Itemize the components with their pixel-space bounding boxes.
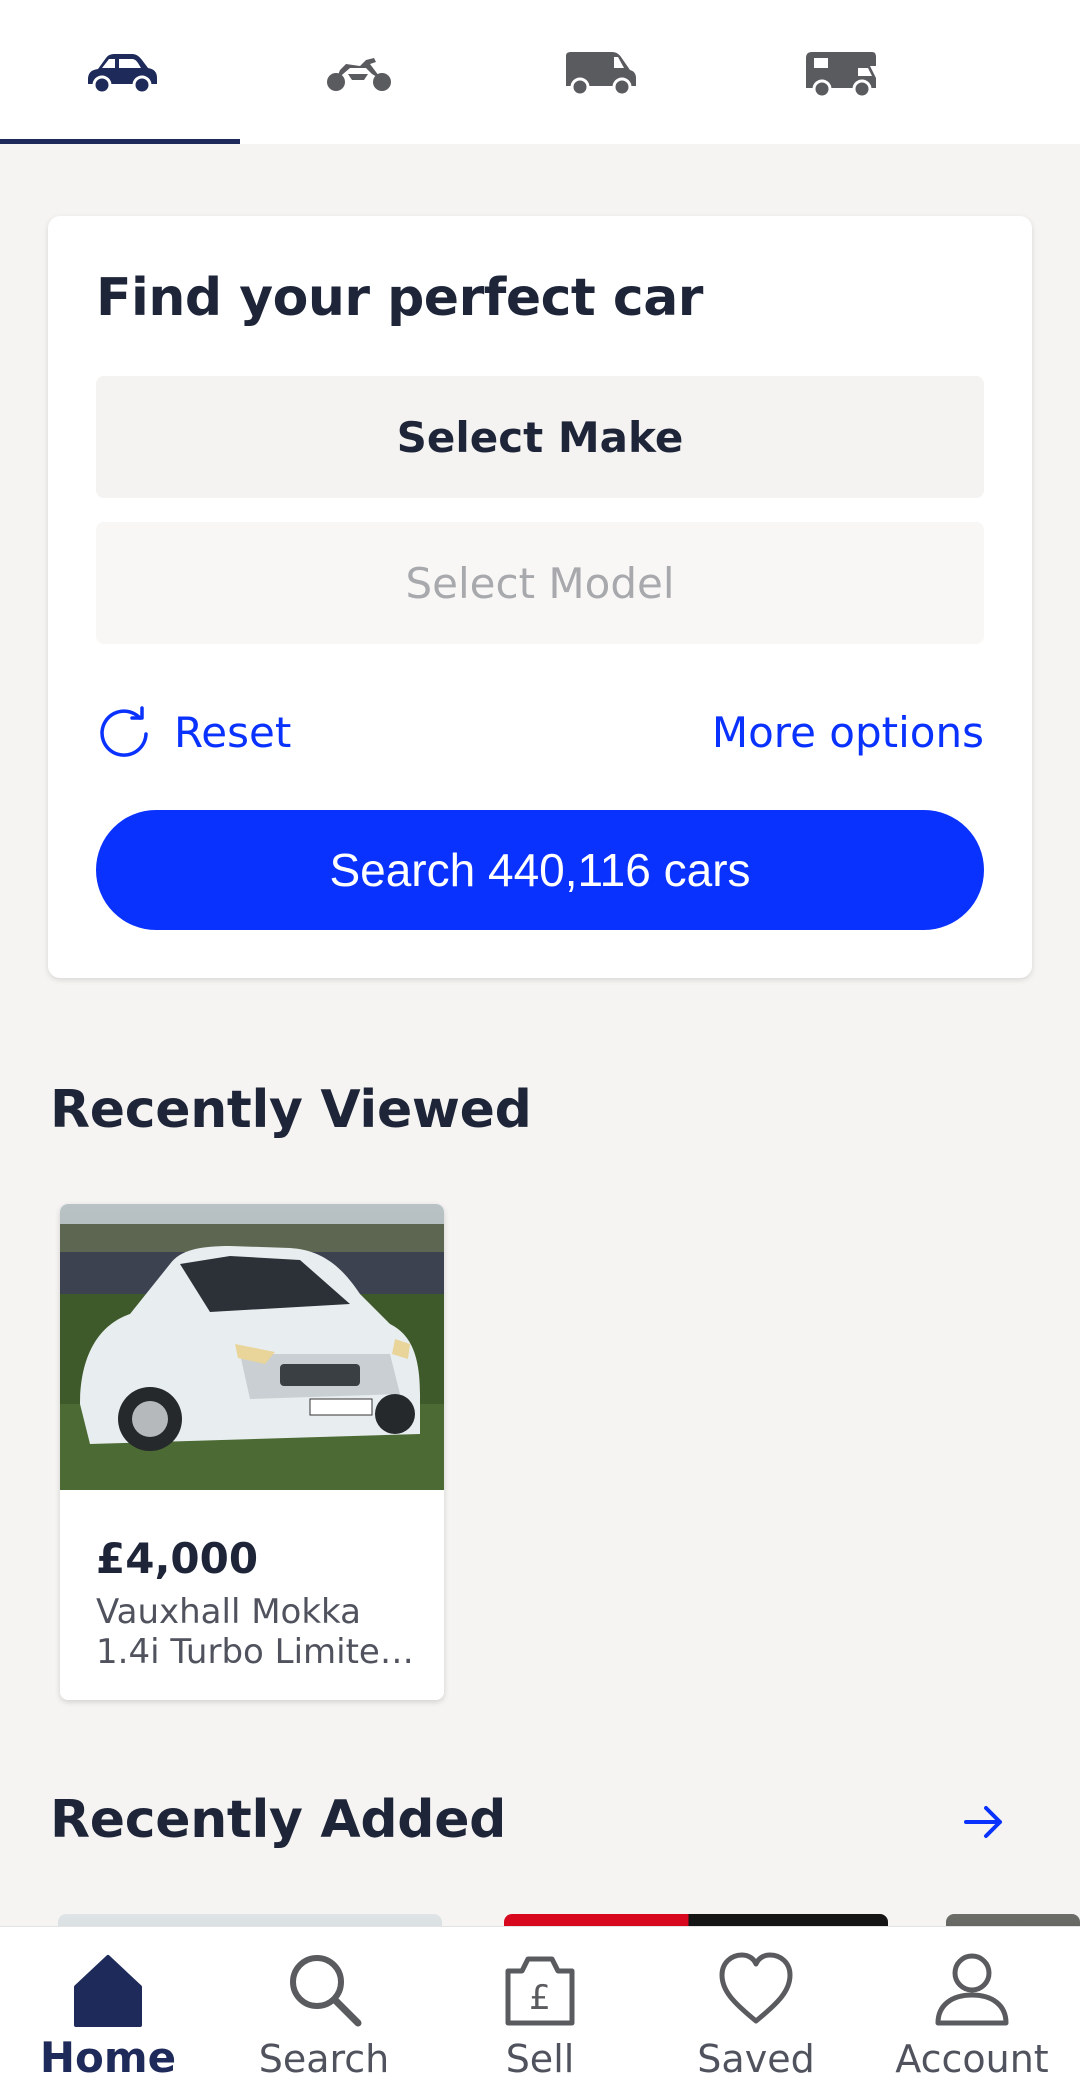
reset-icon — [100, 706, 148, 757]
reset-link[interactable]: Reset — [96, 700, 291, 764]
home-icon — [74, 1955, 142, 2027]
nav-home-label: Home — [39, 2033, 177, 2082]
nav-home[interactable]: Home — [0, 1927, 216, 2097]
nav-search[interactable]: Search — [216, 1927, 432, 2097]
tab-motorhomes[interactable] — [720, 0, 960, 144]
svg-text:£: £ — [529, 1978, 551, 2018]
more-options-link[interactable]: More options — [712, 700, 984, 764]
car-icon — [88, 54, 157, 95]
truck-icon — [1040, 44, 1080, 100]
car-price: £4,000 — [96, 1534, 259, 1583]
vehicle-type-tabs — [0, 0, 1080, 144]
nav-account-label: Account — [895, 2037, 1049, 2081]
nav-account[interactable]: Account — [864, 1927, 1080, 2097]
select-model-dropdown[interactable]: Select Model — [96, 522, 984, 644]
search-card: Find your perfect car Select Make Select… — [48, 216, 1032, 978]
tab-vans[interactable] — [480, 0, 720, 144]
heart-icon — [719, 1952, 793, 2024]
select-make-dropdown[interactable]: Select Make — [96, 376, 984, 498]
search-card-title: Find your perfect car — [96, 268, 703, 328]
nav-saved-label: Saved — [697, 2037, 815, 2081]
nav-saved[interactable]: Saved — [648, 1927, 864, 2097]
search-icon — [290, 1955, 362, 2027]
nav-search-label: Search — [258, 2037, 390, 2081]
nav-sell[interactable]: £ Sell — [432, 1927, 648, 2097]
arrow-right-icon[interactable] — [960, 1798, 1008, 1846]
tab-motorbikes[interactable] — [240, 0, 480, 144]
search-cars-button[interactable]: Search 440,116 cars — [96, 810, 984, 930]
motorhome-icon — [806, 52, 876, 99]
bottom-navigation: Home Search £ Sell Saved Account — [0, 1926, 1080, 2097]
reset-label: Reset — [174, 707, 292, 757]
car-photo — [60, 1204, 444, 1490]
motorbike-icon — [327, 58, 391, 91]
tab-trucks[interactable] — [960, 0, 1080, 144]
recently-viewed-card[interactable]: £4,000 Vauxhall Mokka 1.4i Turbo Limited… — [60, 1204, 444, 1700]
tab-cars[interactable] — [0, 0, 240, 144]
car-title: Vauxhall Mokka 1.4i Turbo Limited Editio… — [96, 1592, 402, 1672]
van-icon — [566, 52, 636, 97]
nav-sell-label: Sell — [505, 2037, 575, 2081]
account-icon — [935, 1953, 1009, 2026]
sell-tag-icon: £ — [505, 1956, 575, 2026]
recently-added-heading: Recently Added — [50, 1790, 507, 1850]
recently-viewed-heading: Recently Viewed — [50, 1080, 532, 1140]
